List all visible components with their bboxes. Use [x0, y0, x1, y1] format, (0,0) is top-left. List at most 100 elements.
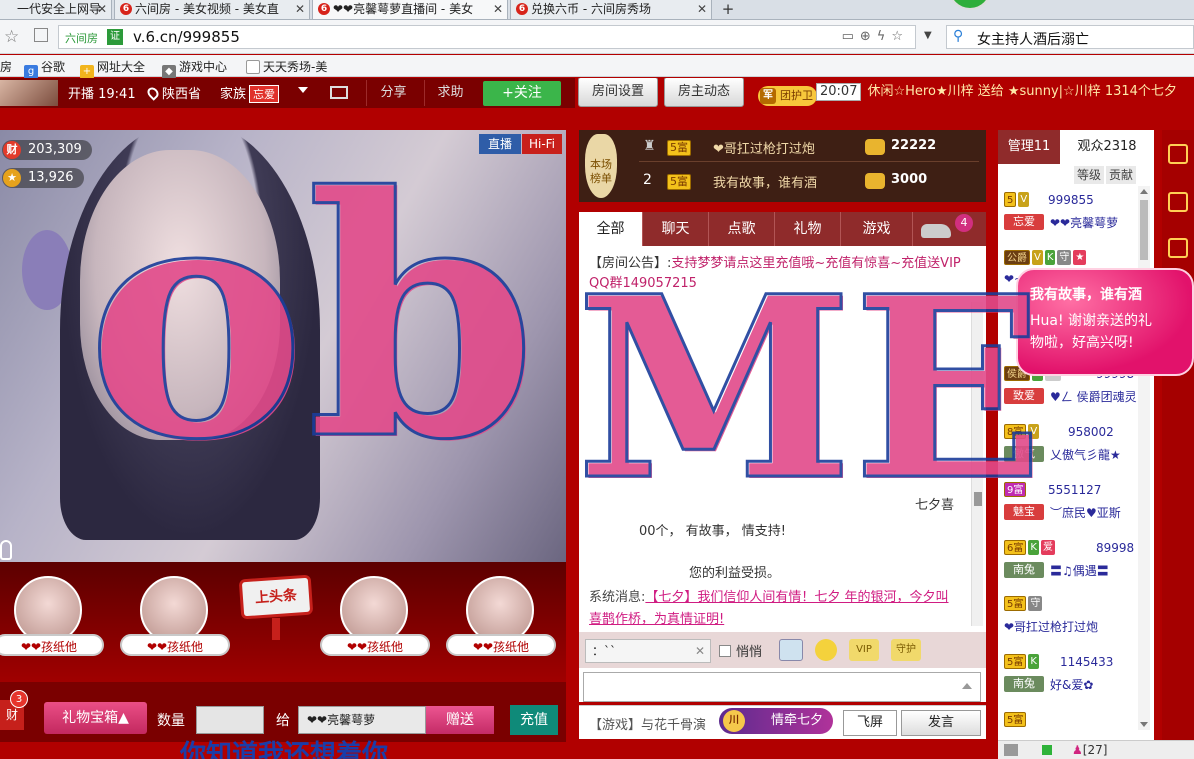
bookmark-item[interactable]: + 网址大全 — [80, 58, 145, 79]
user-nick: ♥ㄥ 侯爵团魂灵 — [1050, 390, 1137, 404]
bookmark-item[interactable]: ◆ 游戏中心 — [162, 58, 227, 79]
fan-name: ❤❤孩纸他 — [120, 634, 230, 656]
search-box[interactable]: ⚲ 女主持人酒后溺亡 — [946, 25, 1194, 49]
bookmark-item[interactable]: 房 — [0, 58, 12, 75]
grid-icon[interactable] — [34, 28, 48, 42]
room-settings-button[interactable]: 房间设置 — [578, 78, 658, 107]
session-ranking: 本场榜单 ♜ 5富 ❤哥扛过枪打过炮 22222 2 5富 我有故事，谁有酒 3… — [579, 130, 986, 202]
guard-icon: 军 — [760, 88, 776, 104]
audience-user[interactable]: 5富 — [1004, 712, 1140, 736]
microphone-icon[interactable] — [0, 540, 12, 560]
search-icon[interactable]: ⚲ — [953, 28, 963, 44]
tab-audience[interactable]: 观众2318 — [1060, 130, 1154, 164]
broadcast-start-time: 开播 19:41 — [68, 87, 136, 102]
family-badge: 南兔 — [1004, 676, 1044, 692]
guard-icon[interactable]: 守护 — [891, 639, 921, 661]
bookmark-item[interactable]: 天天秀场-美 — [246, 58, 327, 75]
audience-user[interactable]: 5富 K 1145433 南兔 好&爱✿ — [1004, 654, 1140, 704]
new-tab-button[interactable]: + — [713, 0, 743, 20]
page-icon — [246, 60, 260, 74]
host-info-bar: 开播 19:41 陕西省 家族 忘爱 分享 求助 +关注 — [0, 78, 575, 108]
owner-news-button[interactable]: 房主动态 — [664, 78, 744, 107]
url-text[interactable]: v.6.cn/999855 — [133, 28, 240, 46]
tab-admins[interactable]: 管理11 — [998, 130, 1060, 164]
family-info[interactable]: 家族 忘爱 — [220, 83, 280, 103]
browser-tab-2[interactable]: 6 六间房 - 美女视频 - 美女直 ✕ — [114, 0, 310, 20]
browser-tab-1[interactable]: 一代安全上网导 ✕ — [0, 0, 112, 20]
host-avatar[interactable] — [0, 80, 58, 106]
close-icon[interactable]: ✕ — [295, 0, 305, 18]
user-badges: 5V — [1004, 192, 1031, 208]
recharge-button[interactable]: 充值 — [510, 705, 558, 735]
audience-user[interactable]: 5富守 ❤哥扛过枪打过炮 — [1004, 596, 1140, 646]
fly-screen-button[interactable]: 飞屏 — [843, 710, 897, 736]
follow-button[interactable]: +关注 — [483, 81, 561, 106]
send-message-button[interactable]: 发言 — [901, 710, 981, 736]
address-bar[interactable]: 六间房 证 v.6.cn/999855 ▭⊕ϟ☆ — [58, 25, 916, 49]
volume-icon[interactable] — [1004, 744, 1018, 756]
crown-icon[interactable] — [1168, 144, 1188, 164]
whisper-label: 悄悄 — [736, 645, 763, 660]
mail-icon[interactable] — [330, 86, 348, 99]
chat-target-value: ：`` — [592, 644, 617, 658]
shop-icon[interactable] — [1168, 238, 1188, 258]
top-fan-1[interactable]: ❤❤孩纸他 — [0, 576, 104, 658]
close-icon[interactable]: ✕ — [493, 0, 503, 18]
top-fan-2[interactable]: ❤❤孩纸他 — [120, 576, 230, 658]
ranking-row[interactable]: 2 5富 我有故事，谁有酒 3000 — [639, 168, 979, 196]
chevron-down-icon[interactable] — [298, 87, 308, 93]
certificate-icon[interactable]: 证 — [107, 29, 123, 45]
share-button[interactable]: 分享 — [366, 80, 420, 106]
star-icon[interactable]: ☆ — [4, 27, 19, 47]
bookmark-label: 谷歌 — [41, 60, 66, 74]
ranking-row[interactable]: ♜ 5富 ❤哥扛过枪打过炮 22222 — [639, 134, 979, 162]
qixi-event-button[interactable]: 川 情牵七夕 — [719, 708, 833, 734]
recipient-select[interactable]: ❤❤亮馨萼萝 — [298, 706, 426, 734]
location-text: 陕西省 — [162, 87, 202, 102]
clear-icon[interactable]: ✕ — [695, 640, 705, 662]
car-icon[interactable] — [921, 224, 951, 238]
bookmark-item[interactable]: g 谷歌 — [24, 58, 65, 79]
qixi-icon: 川 — [723, 710, 745, 732]
chat-text-input[interactable] — [583, 672, 981, 702]
level-badge: 5富 — [1004, 596, 1027, 611]
emoji-icon[interactable] — [815, 639, 837, 661]
chevron-up-icon[interactable] — [962, 683, 972, 689]
gamepad-icon: ◆ — [162, 65, 176, 79]
audience-user[interactable]: 5V 999855 忘爱 ❤❤亮馨萼萝 — [1004, 192, 1140, 242]
quantity-input[interactable] — [196, 706, 264, 734]
chevron-down-icon[interactable]: ▼ — [924, 30, 932, 41]
close-icon[interactable]: ✕ — [97, 0, 107, 18]
search-query[interactable]: 女主持人酒后溺亡 — [977, 29, 1089, 49]
gift-send-bar: 财 3 礼物宝箱▲ 数量 给 ❤❤亮馨萼萝 赠送 充值 — [0, 682, 566, 742]
help-button[interactable]: 求助 — [424, 80, 476, 106]
wealth-value: 203,309 — [28, 142, 82, 157]
chat-target-field[interactable]: ：`` ✕ — [585, 639, 711, 663]
scroll-down-icon[interactable] — [1140, 722, 1148, 727]
wealth-level-badge: 5富 — [667, 140, 691, 156]
checkbox-icon[interactable] — [719, 645, 731, 657]
vip-icon[interactable]: VIP — [849, 639, 879, 661]
address-tools-icons[interactable]: ▭⊕ϟ☆ — [842, 29, 909, 44]
audience-user[interactable]: 6富 K 爱 89998 南兔 〓♫偶遇〓 — [1004, 540, 1140, 590]
browser-tab-4[interactable]: 6 兑换六币 - 六间房秀场 ✕ — [510, 0, 712, 20]
top-fan-4[interactable]: ❤❤孩纸他 — [446, 576, 556, 658]
image-icon[interactable] — [779, 639, 803, 661]
guard-team-badge[interactable]: 军团护卫 — [758, 86, 817, 106]
gift-box-button[interactable]: 礼物宝箱▲ — [44, 702, 147, 734]
send-gift-button[interactable]: 赠送 — [426, 706, 494, 734]
star-counter: ★ 13,926 — [2, 168, 84, 188]
scrollbar-thumb[interactable] — [1140, 200, 1148, 260]
top-fan-3[interactable]: ❤❤孩纸他 — [320, 576, 430, 658]
whisper-checkbox[interactable]: 悄悄 — [719, 641, 762, 660]
star-icon[interactable] — [1168, 192, 1188, 212]
browser-tab-3-active[interactable]: 6 ❤❤亮馨萼萝直播间 - 美女 ✕ — [312, 0, 508, 20]
headline-sign-button[interactable]: 上头条 — [238, 574, 314, 620]
family-badge: 忘爱 — [1004, 214, 1044, 230]
sort-by-level[interactable]: 等级 — [1074, 166, 1105, 184]
sort-by-contribution[interactable]: 贡献 — [1106, 166, 1137, 184]
security-shield-icon[interactable] — [948, 0, 992, 10]
close-icon[interactable]: ✕ — [697, 0, 707, 18]
scroll-up-icon[interactable] — [1140, 189, 1148, 194]
browser-tab-bar: 一代安全上网导 ✕ 6 六间房 - 美女视频 - 美女直 ✕ 6 ❤❤亮馨萼萝直… — [0, 0, 1194, 20]
